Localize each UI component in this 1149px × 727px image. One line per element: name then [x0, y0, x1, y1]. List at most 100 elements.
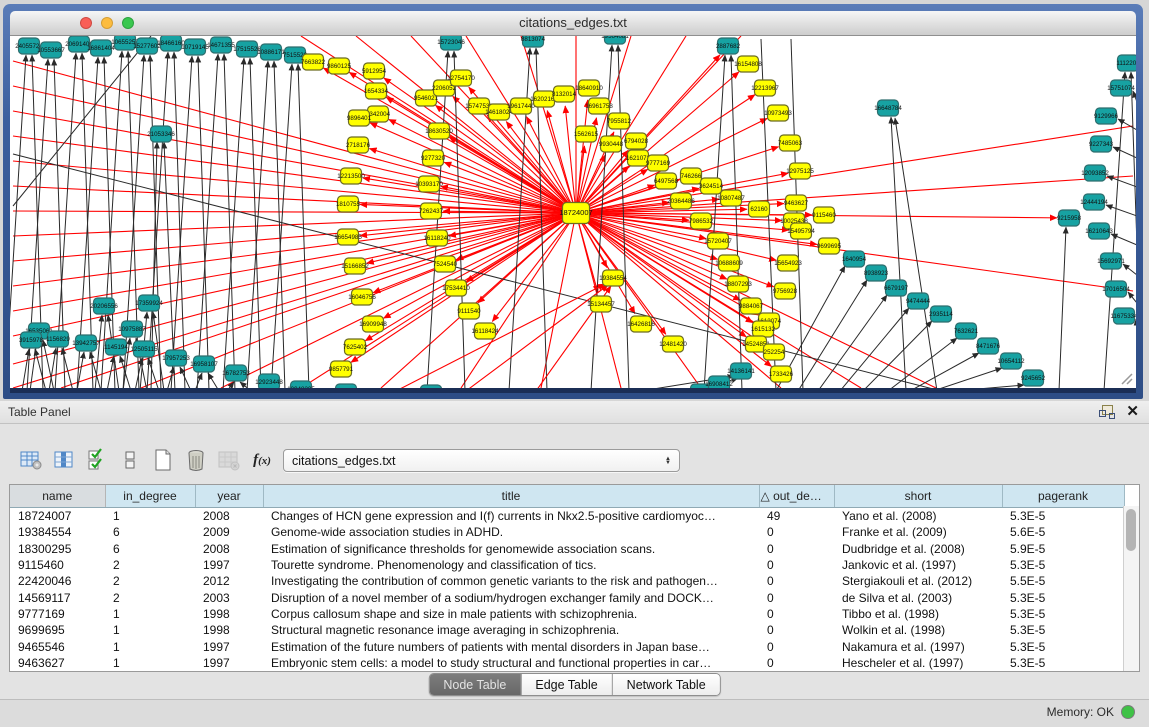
network-node[interactable]: 19384554 — [599, 270, 627, 286]
table-row[interactable]: 1872400712008Changes of HCN gene express… — [10, 508, 1124, 525]
network-node[interactable]: 21053346 — [147, 126, 175, 142]
table-cell[interactable]: Structural magnetic resonance image aver… — [263, 622, 759, 638]
column-header-short[interactable]: short — [834, 485, 1002, 508]
network-node[interactable]: 9463627 — [784, 195, 809, 211]
table-cell[interactable]: 0 — [759, 638, 834, 654]
network-node[interactable]: 1156829 — [46, 331, 70, 347]
table-cell[interactable]: 0 — [759, 557, 834, 573]
network-node[interactable]: 20206556 — [90, 298, 118, 314]
network-node[interactable]: 12213967 — [751, 80, 779, 96]
table-cell[interactable]: 5.3E-5 — [1002, 606, 1124, 622]
network-node[interactable]: 10973493 — [764, 105, 792, 121]
column-header-in_degree[interactable]: in_degree — [105, 485, 195, 508]
network-node[interactable]: 10688609 — [715, 255, 743, 271]
network-node[interactable]: 17534410 — [442, 280, 470, 296]
table-row[interactable]: 946362711997Embryonic stem cells: a mode… — [10, 655, 1124, 671]
table-cell[interactable]: 0 — [759, 606, 834, 622]
network-node[interactable]: 16909948 — [359, 316, 387, 332]
scrollbar-thumb[interactable] — [1126, 509, 1136, 551]
network-node[interactable]: 9884067 — [739, 298, 764, 314]
network-node[interactable]: 10393170 — [415, 176, 443, 192]
table-cell[interactable]: 1 — [105, 638, 195, 654]
network-node[interactable]: 9857791 — [329, 361, 354, 377]
network-node[interactable]: 12093852 — [1081, 165, 1109, 181]
table-cell[interactable]: Wolkin et al. (1998) — [834, 622, 1002, 638]
network-canvas[interactable]: 2405572410553667206914061686140410655257… — [10, 36, 1136, 388]
network-node[interactable]: 15720407 — [704, 233, 732, 249]
table-cell[interactable]: Jankovic et al. (1997) — [834, 557, 1002, 573]
table-cell[interactable]: 0 — [759, 541, 834, 557]
network-node[interactable]: 15654923 — [774, 255, 802, 271]
network-node[interactable]: 7986532 — [689, 213, 714, 229]
table-cell[interactable]: 1 — [105, 622, 195, 638]
tab-network-table[interactable]: Network Table — [612, 674, 720, 695]
table-cell[interactable]: 1998 — [195, 622, 263, 638]
network-node[interactable]: 16782753 — [222, 365, 250, 381]
table-cell[interactable]: 49 — [759, 508, 834, 525]
network-node[interactable]: 12754170 — [447, 70, 475, 86]
network-node[interactable]: 1654334 — [364, 83, 389, 99]
table-cell[interactable]: 9465546 — [10, 638, 105, 654]
network-node[interactable]: 1562615 — [574, 126, 599, 142]
network-node[interactable]: 3624514 — [699, 178, 724, 194]
table-cell[interactable]: 9699695 — [10, 622, 105, 638]
network-node[interactable]: 9860125 — [327, 58, 352, 74]
network-svg[interactable]: 2405572410553667206914061686140410655257… — [10, 36, 1136, 388]
table-cell[interactable]: Yano et al. (2008) — [834, 508, 1002, 525]
table-cell[interactable]: Franke et al. (2009) — [834, 524, 1002, 540]
table-row[interactable]: 977716911998Corpus callosum shape and si… — [10, 606, 1124, 622]
table-cell[interactable]: 18724007 — [10, 508, 105, 525]
network-node[interactable]: 2887682 — [716, 38, 741, 54]
table-cell[interactable]: 0 — [759, 573, 834, 589]
table-cell[interactable]: 1 — [105, 606, 195, 622]
network-node[interactable]: 10807487 — [717, 190, 745, 206]
network-node[interactable]: 20364486 — [667, 193, 695, 209]
network-node[interactable]: 7524540 — [433, 256, 458, 272]
table-cell[interactable]: 2012 — [195, 573, 263, 589]
table-cell[interactable]: 1 — [105, 508, 195, 525]
table-cell[interactable]: 6 — [105, 524, 195, 540]
table-cell[interactable]: Estimation of the future numbers of pati… — [263, 638, 759, 654]
network-node[interactable]: 10975887 — [118, 321, 146, 337]
table-cell[interactable]: 5.3E-5 — [1002, 622, 1124, 638]
network-node[interactable]: 12213500 — [337, 168, 365, 184]
table-cell[interactable]: Investigating the contribution of common… — [263, 573, 759, 589]
network-node[interactable]: 16958107 — [190, 356, 218, 372]
table-cell[interactable]: Estimation of significance thresholds fo… — [263, 541, 759, 557]
column-header-name[interactable]: name — [10, 485, 105, 508]
network-node[interactable]: 10654112 — [997, 353, 1025, 369]
network-node[interactable]: 2718176 — [346, 137, 371, 153]
table-cell[interactable]: 22420046 — [10, 573, 105, 589]
table-cell[interactable]: 5.3E-5 — [1002, 655, 1124, 671]
table-cell[interactable]: 1997 — [195, 557, 263, 573]
network-node[interactable]: 1145194 — [104, 339, 128, 355]
network-node[interactable]: 15723046 — [437, 36, 465, 50]
network-node[interactable]: 15166852 — [341, 258, 369, 274]
network-node[interactable]: 1733426 — [769, 366, 794, 382]
table-cell[interactable]: 0 — [759, 655, 834, 671]
network-node[interactable]: 12975125 — [786, 163, 814, 179]
network-node[interactable]: 7485063 — [778, 135, 803, 151]
table-cell[interactable]: Dudbridge et al. (2008) — [834, 541, 1002, 557]
table-row[interactable]: 969969511998Structural magnetic resonanc… — [10, 622, 1124, 638]
table-row[interactable]: 1938455462009Genome-wide association stu… — [10, 524, 1124, 540]
network-node[interactable]: 12923448 — [255, 374, 283, 388]
table-cell[interactable]: 2003 — [195, 589, 263, 605]
table-cell[interactable]: Disruption of a novel member of a sodium… — [263, 589, 759, 605]
network-node[interactable]: 18807293 — [724, 276, 752, 292]
close-panel-icon[interactable]: ✕ — [1126, 404, 1139, 419]
select-columns-icon[interactable] — [84, 447, 110, 473]
network-node[interactable]: 9699695 — [817, 238, 842, 254]
network-node[interactable]: 6679197 — [884, 280, 909, 296]
table-cell[interactable]: 5.5E-5 — [1002, 573, 1124, 589]
table-cell[interactable]: 9777169 — [10, 606, 105, 622]
table-mode-icon[interactable] — [18, 447, 44, 473]
network-node[interactable]: 12505115 — [130, 341, 158, 357]
network-node[interactable]: 5912954 — [362, 63, 387, 79]
network-node[interactable]: 6794028 — [624, 133, 649, 149]
table-cell[interactable]: 6 — [105, 541, 195, 557]
network-node[interactable]: 15692971 — [1097, 253, 1125, 269]
network-node[interactable]: 12481420 — [659, 336, 687, 352]
column-header-out_de[interactable]: △ out_de… — [759, 485, 834, 508]
function-builder-icon[interactable]: f(x) — [249, 447, 275, 473]
